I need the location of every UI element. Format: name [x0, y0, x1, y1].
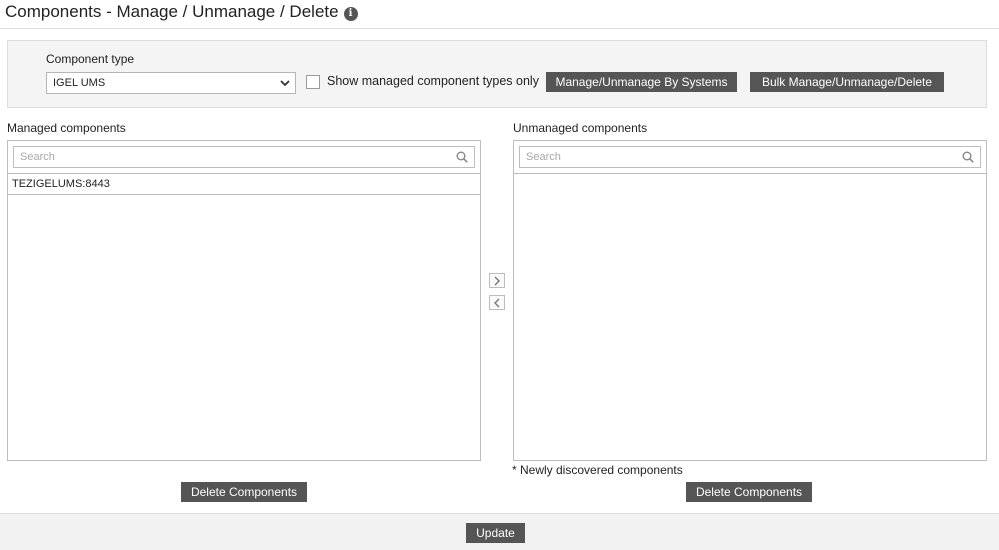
filter-panel: Component type IGEL UMS Show managed com… [7, 40, 987, 108]
component-type-select[interactable]: IGEL UMS [46, 72, 296, 94]
component-type-value: IGEL UMS [53, 77, 106, 89]
search-icon[interactable] [962, 151, 974, 163]
bulk-manage-button[interactable]: Bulk Manage/Unmanage/Delete [750, 72, 944, 92]
page-title: Components - Manage / Unmanage / Delete i [5, 2, 358, 22]
list-divider [514, 173, 986, 174]
delete-unmanaged-components-button[interactable]: Delete Components [686, 482, 812, 502]
unmanaged-search-input[interactable] [520, 147, 980, 167]
chevron-right-icon [494, 276, 500, 286]
page-title-text: Components - Manage / Unmanage / Delete [5, 2, 339, 21]
page: Components - Manage / Unmanage / Delete i… [0, 0, 999, 550]
update-button[interactable]: Update [466, 523, 525, 543]
manage-by-systems-button[interactable]: Manage/Unmanage By Systems [546, 72, 737, 92]
show-managed-label: Show managed component types only [327, 74, 539, 88]
move-to-unmanaged-button[interactable] [489, 273, 505, 288]
unmanaged-components-list [513, 140, 987, 461]
managed-components-label: Managed components [7, 121, 126, 135]
move-to-managed-button[interactable] [489, 295, 505, 310]
list-item[interactable]: TEZIGELUMS:8443 [8, 174, 480, 195]
info-icon[interactable]: i [343, 7, 358, 21]
unmanaged-search [519, 146, 981, 168]
chevron-down-icon [280, 80, 290, 87]
newly-discovered-note: * Newly discovered components [512, 463, 683, 477]
chevron-left-icon [494, 298, 500, 308]
unmanaged-components-label: Unmanaged components [513, 121, 648, 135]
title-bar: Components - Manage / Unmanage / Delete i [0, 0, 999, 29]
component-type-label: Component type [46, 52, 135, 66]
delete-managed-components-button[interactable]: Delete Components [181, 482, 307, 502]
managed-search-input[interactable] [14, 147, 474, 167]
search-icon[interactable] [456, 151, 468, 163]
managed-components-list: TEZIGELUMS:8443 [7, 140, 481, 461]
managed-search [13, 146, 475, 168]
show-managed-checkbox[interactable] [306, 75, 320, 89]
